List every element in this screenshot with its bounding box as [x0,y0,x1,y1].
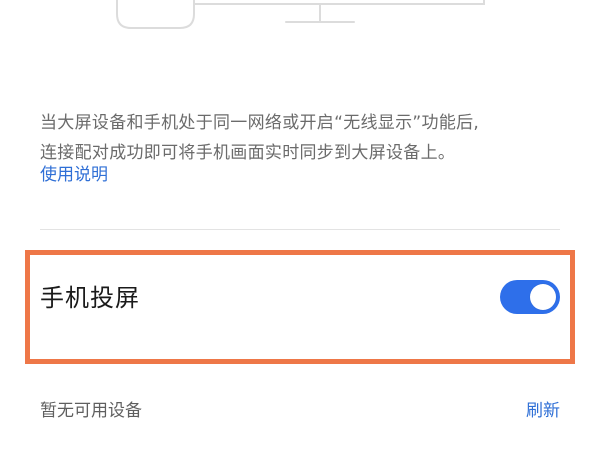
description-text: 当大屏设备和手机处于同一网络或开启“无线显示”功能后, 连接配对成功即可将手机画… [40,108,570,168]
divider [40,229,560,230]
refresh-button[interactable]: 刷新 [526,396,560,426]
phone-to-monitor-illustration [116,0,485,29]
help-link[interactable]: 使用说明 [40,160,108,190]
screen-cast-settings-screen: 当大屏设备和手机处于同一网络或开启“无线显示”功能后, 连接配对成功即可将手机画… [0,0,600,450]
monitor-outline [194,0,485,5]
description-line-2: 连接配对成功即可将手机画面实时同步到大屏设备上。 [40,143,456,163]
description-line-1: 当大屏设备和手机处于同一网络或开启“无线显示”功能后, [40,113,480,133]
no-device-status: 暂无可用设备 [40,401,142,421]
toggle-knob [530,284,556,310]
screen-cast-label: 手机投屏 [40,284,140,312]
screen-cast-toggle[interactable] [500,280,560,314]
phone-outline [116,0,195,29]
